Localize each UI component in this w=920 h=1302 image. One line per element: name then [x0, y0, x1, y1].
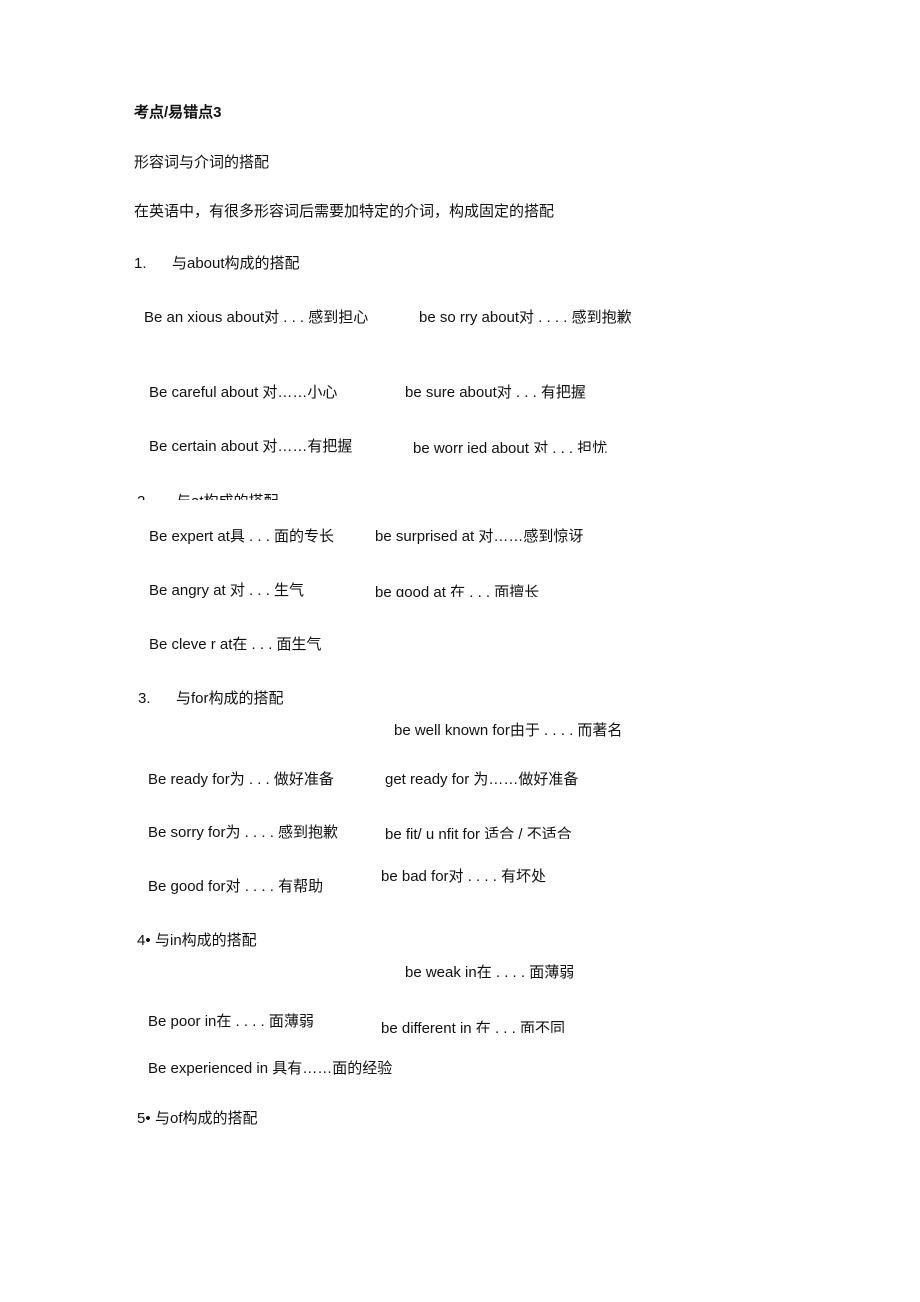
- phrase: be bad for对 . . . . 有坏处: [381, 868, 547, 885]
- phrase: Be angry at 对 . . . 生气: [149, 582, 305, 599]
- phrase: be worr ied about 对 . . . 担忧: [413, 440, 608, 453]
- phrase: Be good for对 . . . . 有帮助: [148, 878, 324, 895]
- section-number: 4•: [137, 932, 151, 949]
- phrase: Be experienced in 具有……面的经验: [148, 1060, 393, 1077]
- section-heading: 与in构成的搭配: [155, 932, 257, 949]
- section-heading: 与about构成的搭配: [172, 255, 300, 272]
- phrase: be fit/ u nfit for 适合 / 不适合: [385, 826, 572, 839]
- phrase: be surprised at 对……感到惊讶: [375, 528, 584, 545]
- doc-title: 考点/易错点3: [134, 104, 222, 121]
- section-heading: 与of构成的搭配: [155, 1110, 258, 1127]
- phrase: Be an xious about对 . . . 感到担心: [144, 309, 369, 326]
- section-number: 2.: [137, 492, 150, 500]
- phrase: Be poor in在 . . . . 面薄弱: [148, 1013, 314, 1030]
- section-number: 3.: [138, 690, 151, 707]
- phrase: be well known for由于 . . . . 而著名: [394, 722, 623, 739]
- phrase: Be ready for为 . . . 做好准备: [148, 771, 334, 788]
- phrase: be weak in在 . . . . 面薄弱: [405, 964, 575, 981]
- phrase: Be expert at具 . . . 面的专长: [149, 528, 335, 545]
- section-heading: 与for构成的搭配: [176, 690, 284, 707]
- phrase: get ready for 为……做好准备: [385, 771, 579, 788]
- phrase: Be careful about 对……小心: [149, 384, 338, 401]
- phrase: be good at 在 . . . 面擅长: [375, 584, 540, 597]
- intro: 在英语中，有很多形容词后需要加特定的介词，构成固定的搭配: [134, 203, 555, 220]
- phrase: be sure about对 . . . 有把握: [405, 384, 586, 401]
- section-number: 1.: [134, 255, 147, 272]
- subtitle: 形容词与介词的搭配: [134, 154, 270, 171]
- section-heading: 与at构成的搭配: [176, 492, 279, 500]
- phrase: Be sorry for为 . . . . 感到抱歉: [148, 824, 339, 841]
- phrase: be so rry about对 . . . . 感到抱歉: [419, 309, 632, 326]
- phrase: be different in 在 . . . 面不同: [381, 1020, 565, 1033]
- section-number: 5•: [137, 1110, 151, 1127]
- phrase: Be certain about 对……有把握: [149, 438, 353, 455]
- phrase: Be cleve r at在 . . . 面生气: [149, 636, 322, 653]
